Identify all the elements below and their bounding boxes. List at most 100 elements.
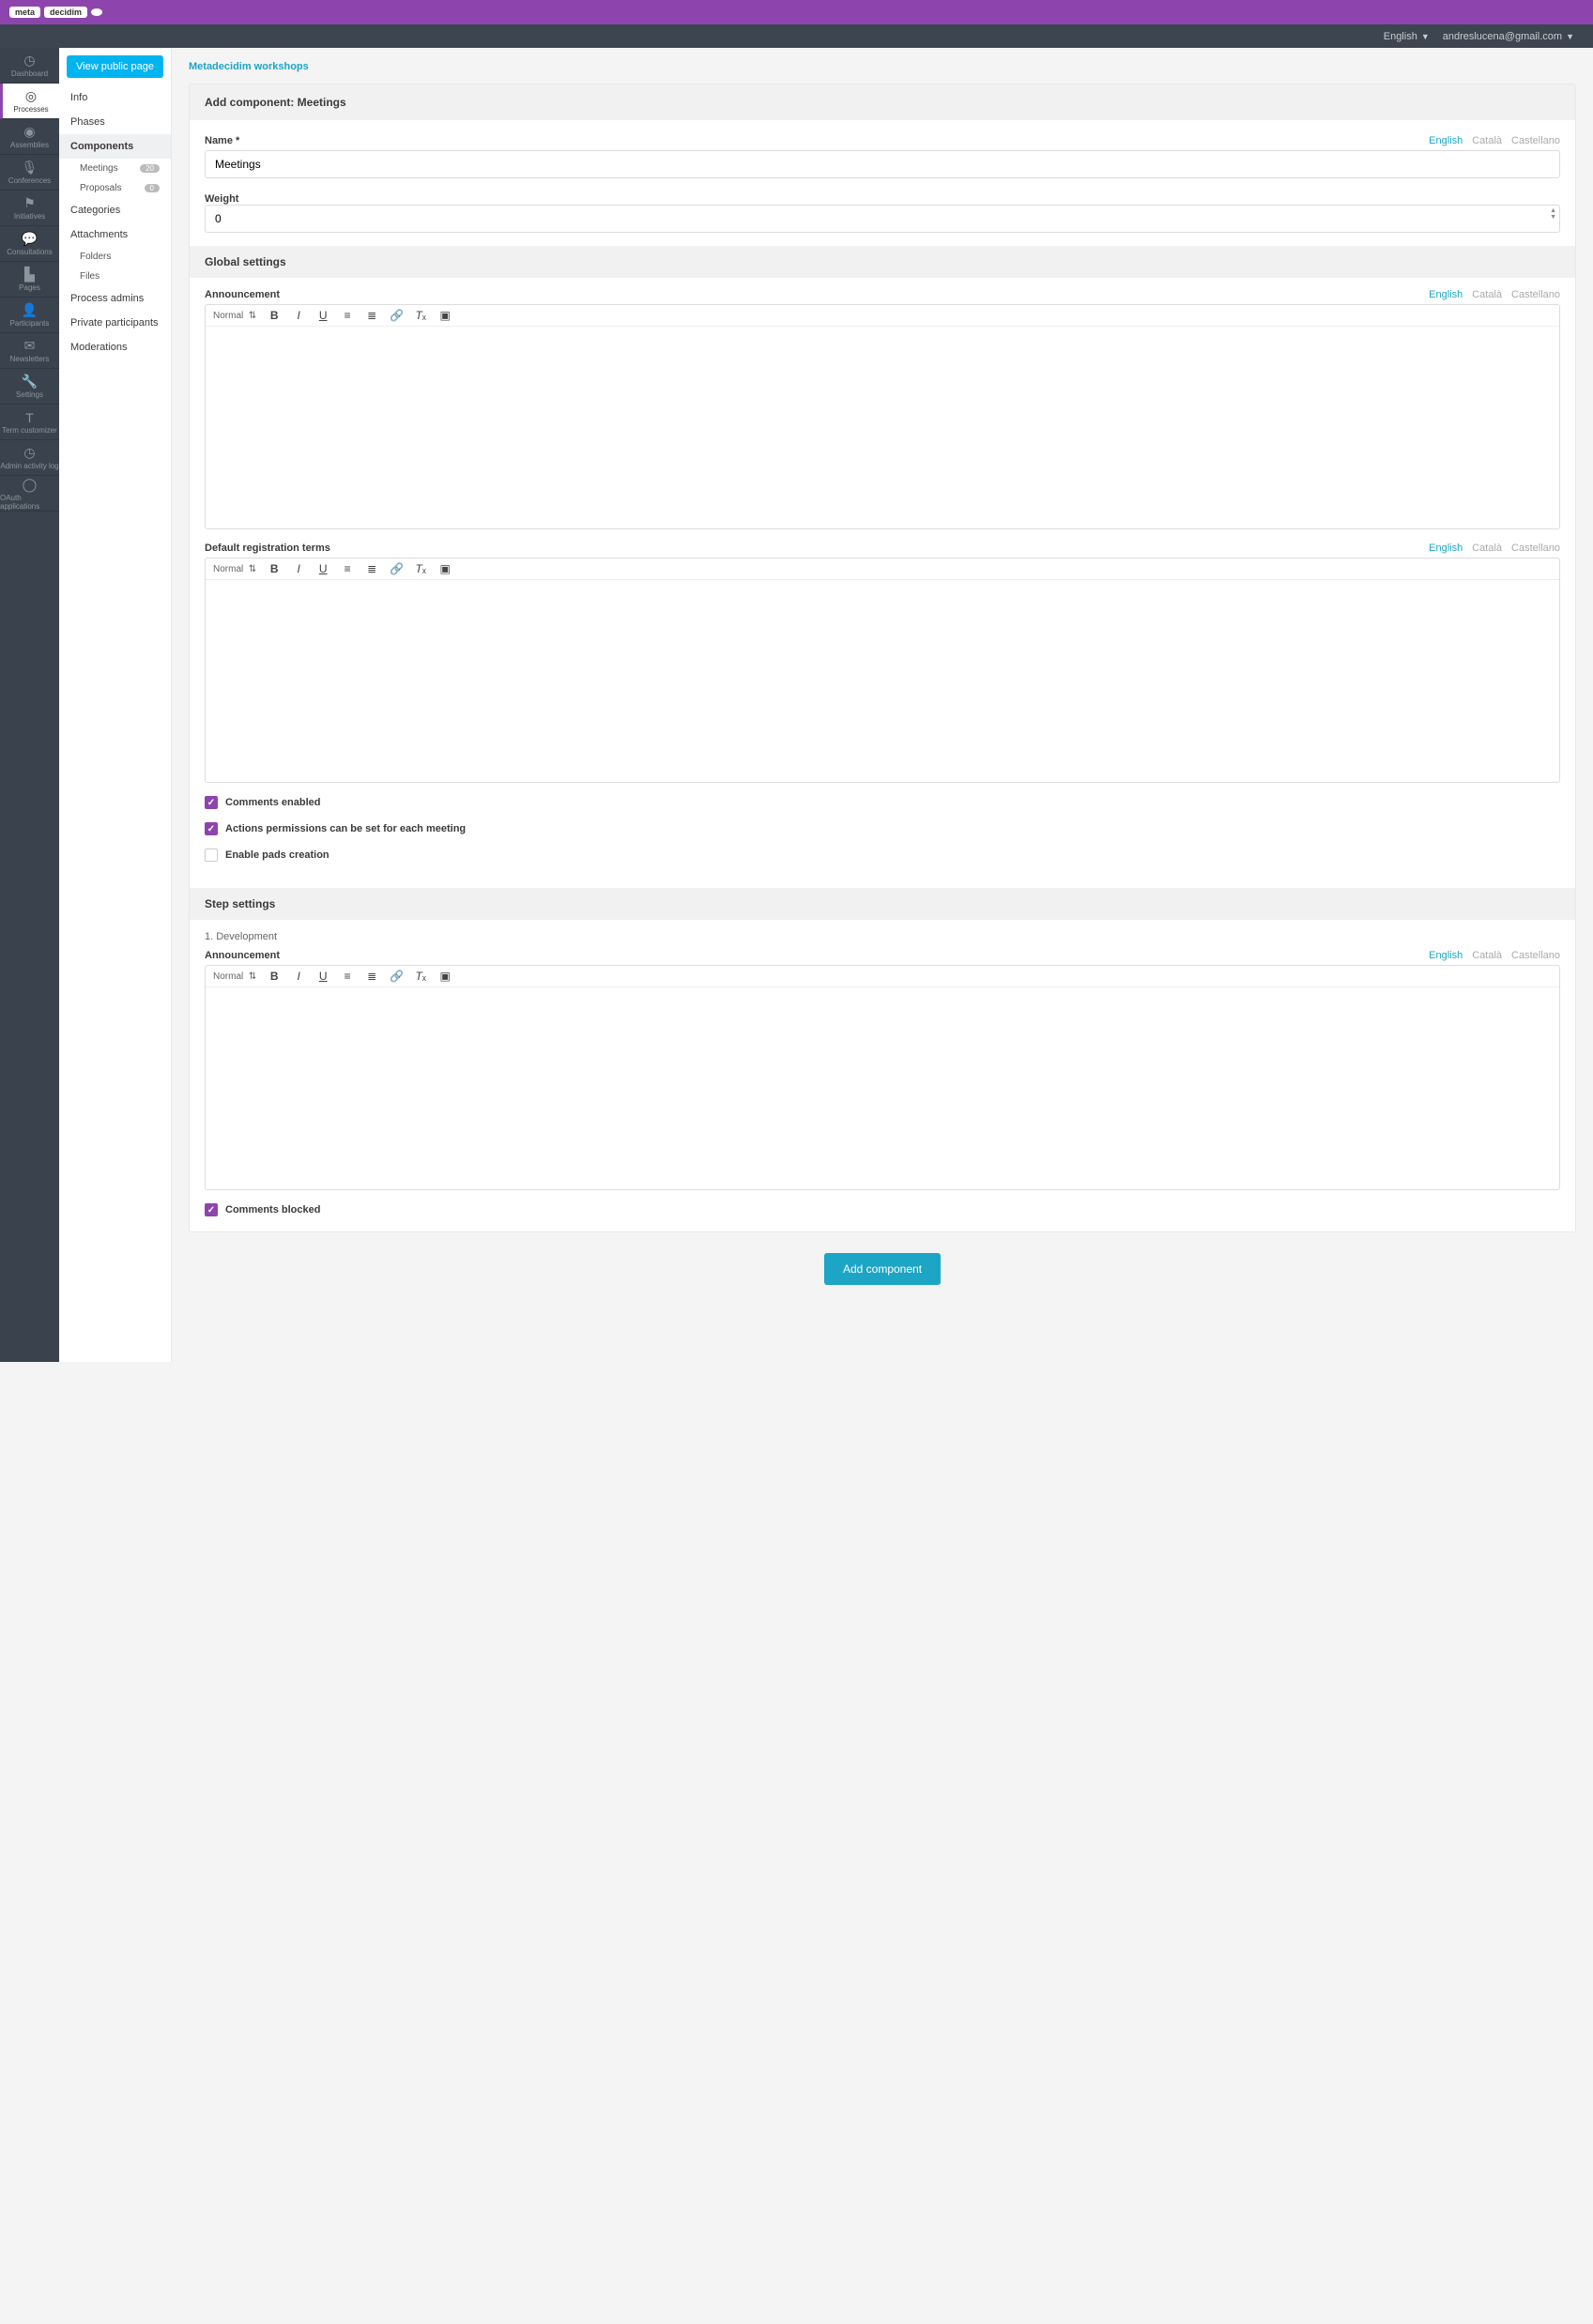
italic-icon[interactable]: I <box>292 309 305 322</box>
sec-moderations[interactable]: Moderations <box>59 335 171 359</box>
nav-processes[interactable]: ◎Processes <box>0 84 59 119</box>
list-ol-icon[interactable]: ≡ <box>341 309 354 322</box>
bold-icon[interactable]: B <box>268 309 281 322</box>
nav-dashboard[interactable]: ◷Dashboard <box>0 48 59 84</box>
nav-label: Dashboard <box>11 69 48 78</box>
checkbox-icon[interactable]: ✓ <box>205 822 218 835</box>
comments-blocked-row[interactable]: ✓ Comments blocked <box>205 1203 1560 1216</box>
video-icon[interactable]: ▣ <box>438 970 452 983</box>
list-ol-icon[interactable]: ≡ <box>341 970 354 983</box>
wrench-icon: 🔧 <box>22 374 38 390</box>
weight-input[interactable] <box>205 205 1560 233</box>
lang-ca[interactable]: Català <box>1472 289 1502 300</box>
nav-pages[interactable]: ▙Pages <box>0 262 59 298</box>
nav-activity-log[interactable]: ◷Admin activity log <box>0 440 59 476</box>
nav-label: Newsletters <box>10 355 50 363</box>
nav-assemblies[interactable]: ◉Assemblies <box>0 119 59 155</box>
nav-conferences[interactable]: 🎙Conferences <box>0 155 59 191</box>
list-ul-icon[interactable]: ≣ <box>365 970 378 983</box>
sub-files[interactable]: Files <box>59 267 171 286</box>
step-settings-header: Step settings <box>190 888 1575 920</box>
link-icon[interactable]: 🔗 <box>390 309 403 322</box>
step-announcement-editor[interactable]: Normal ⇅ B I U ≡ ≣ 🔗 Tₓ ▣ <box>205 965 1560 1190</box>
format-select[interactable]: Normal ⇅ <box>213 564 256 574</box>
actions-perms-row[interactable]: ✓ Actions permissions can be set for eac… <box>205 822 1560 835</box>
user-menu[interactable]: andreslucena@gmail.com▼ <box>1443 31 1574 42</box>
sub-folders[interactable]: Folders <box>59 247 171 267</box>
link-icon[interactable]: 🔗 <box>390 970 403 983</box>
nav-initiatives[interactable]: ⚑Initiatives <box>0 191 59 226</box>
link-icon[interactable]: 🔗 <box>390 562 403 575</box>
lang-en[interactable]: English <box>1429 289 1463 300</box>
enable-pads-row[interactable]: Enable pads creation <box>205 849 1560 862</box>
bold-icon[interactable]: B <box>268 970 281 983</box>
lang-es[interactable]: Castellano <box>1511 289 1560 300</box>
text-icon: T <box>25 410 34 425</box>
lang-en[interactable]: English <box>1429 135 1463 146</box>
comments-enabled-row[interactable]: ✓ Comments enabled <box>205 796 1560 809</box>
nav-settings[interactable]: 🔧Settings <box>0 369 59 405</box>
lang-ca[interactable]: Català <box>1472 135 1502 146</box>
italic-icon[interactable]: I <box>292 562 305 575</box>
list-ol-icon[interactable]: ≡ <box>341 562 354 575</box>
sec-attachments[interactable]: Attachments <box>59 222 171 247</box>
topbar: meta decidim <box>0 0 1593 24</box>
announcement-editor[interactable]: Normal ⇅ B I U ≡ ≣ 🔗 Tₓ ▣ <box>205 304 1560 529</box>
nav-term-customizer[interactable]: TTerm customizer <box>0 405 59 440</box>
format-select[interactable]: Normal ⇅ <box>213 311 256 321</box>
lang-es[interactable]: Castellano <box>1511 543 1560 554</box>
sec-components[interactable]: Components <box>59 134 171 159</box>
name-input[interactable] <box>205 150 1560 178</box>
rte-body[interactable] <box>206 987 1559 1189</box>
sec-process-admins[interactable]: Process admins <box>59 286 171 311</box>
checkbox-icon[interactable] <box>205 849 218 862</box>
underline-icon[interactable]: U <box>316 970 329 983</box>
add-component-button[interactable]: Add component <box>824 1253 941 1285</box>
sub-proposals[interactable]: Proposals0 <box>59 178 171 198</box>
sec-info[interactable]: Info <box>59 85 171 110</box>
eye-icon: ◉ <box>23 124 35 140</box>
chk-label: Enable pads creation <box>225 849 329 861</box>
language-selector[interactable]: English▼ <box>1384 31 1430 42</box>
lang-ca[interactable]: Català <box>1472 950 1502 961</box>
bold-icon[interactable]: B <box>268 562 281 575</box>
format-select[interactable]: Normal ⇅ <box>213 971 256 982</box>
nav-oauth[interactable]: ◯OAuth applications <box>0 476 59 512</box>
lang-es[interactable]: Castellano <box>1511 950 1560 961</box>
nav-participants[interactable]: 👤Participants <box>0 298 59 333</box>
rte-body[interactable] <box>206 327 1559 528</box>
lang-en[interactable]: English <box>1429 950 1463 961</box>
spinner-icon[interactable]: ▲▼ <box>1550 207 1556 221</box>
reg-terms-editor[interactable]: Normal ⇅ B I U ≡ ≣ 🔗 Tₓ ▣ <box>205 558 1560 783</box>
lang-ca[interactable]: Català <box>1472 543 1502 554</box>
list-ul-icon[interactable]: ≣ <box>365 309 378 322</box>
nav-newsletters[interactable]: ✉Newsletters <box>0 333 59 369</box>
target-icon: ◎ <box>25 88 37 104</box>
rte-body[interactable] <box>206 580 1559 782</box>
clear-icon[interactable]: Tₓ <box>414 970 427 983</box>
underline-icon[interactable]: U <box>316 562 329 575</box>
sec-private[interactable]: Private participants <box>59 311 171 335</box>
clear-icon[interactable]: Tₓ <box>414 309 427 322</box>
logo[interactable]: meta decidim <box>9 7 102 18</box>
video-icon[interactable]: ▣ <box>438 562 452 575</box>
clear-icon[interactable]: Tₓ <box>414 562 427 575</box>
nav-consultations[interactable]: 💬Consultations <box>0 226 59 262</box>
nav-label: Pages <box>19 283 40 292</box>
gauge-icon: ◷ <box>23 53 35 69</box>
sec-phases[interactable]: Phases <box>59 110 171 134</box>
video-icon[interactable]: ▣ <box>438 309 452 322</box>
view-public-button[interactable]: View public page <box>67 55 163 78</box>
underline-icon[interactable]: U <box>316 309 329 322</box>
list-ul-icon[interactable]: ≣ <box>365 562 378 575</box>
italic-icon[interactable]: I <box>292 970 305 983</box>
checkbox-icon[interactable]: ✓ <box>205 1203 218 1216</box>
checkbox-icon[interactable]: ✓ <box>205 796 218 809</box>
sec-categories[interactable]: Categories <box>59 198 171 222</box>
lang-es[interactable]: Castellano <box>1511 135 1560 146</box>
breadcrumb[interactable]: Metadecidim workshops <box>189 57 1576 84</box>
sub-meetings[interactable]: Meetings20 <box>59 159 171 178</box>
card-title: Add component: Meetings <box>190 84 1575 120</box>
nav-label: Assemblies <box>10 141 49 149</box>
lang-en[interactable]: English <box>1429 543 1463 554</box>
